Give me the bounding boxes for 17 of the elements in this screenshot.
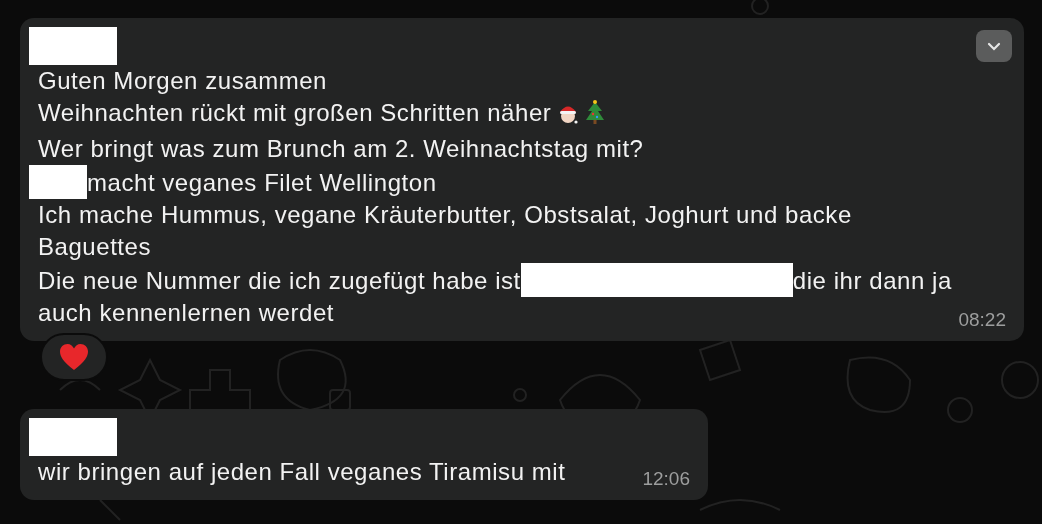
message-text: Baguettes bbox=[38, 233, 152, 260]
chevron-down-icon bbox=[987, 41, 1001, 51]
message-text: Weihnachten rückt mit großen Schritten näher bbox=[38, 99, 552, 126]
christmas-tree-icon bbox=[585, 99, 606, 125]
message-time: 08:22 bbox=[958, 309, 1006, 331]
message-text: macht veganes Filet Wellington bbox=[87, 169, 437, 196]
message-text: Wer bringt was zum Brunch am 2. Weihnachtstag mit? bbox=[38, 135, 644, 162]
message-text: auch kennenlernen werdet bbox=[38, 299, 335, 326]
message-text: Ich mache Hummus, vegane Kräuterbutter, Obstsalat, Joghurt und backe bbox=[38, 201, 852, 228]
heart-icon bbox=[59, 343, 89, 371]
message-text: Guten Morgen zusammen bbox=[38, 67, 327, 94]
message-text: die ihr dann ja bbox=[792, 267, 952, 294]
message-text: Die neue Nummer die ich zugefügt habe ist bbox=[38, 267, 521, 294]
message-text: wir bringen auf jeden Fall veganes Tiramisu mit bbox=[38, 458, 566, 485]
message-time: 12:06 bbox=[642, 468, 690, 490]
redacted-block bbox=[29, 165, 87, 199]
message-menu-button[interactable] bbox=[976, 30, 1012, 62]
